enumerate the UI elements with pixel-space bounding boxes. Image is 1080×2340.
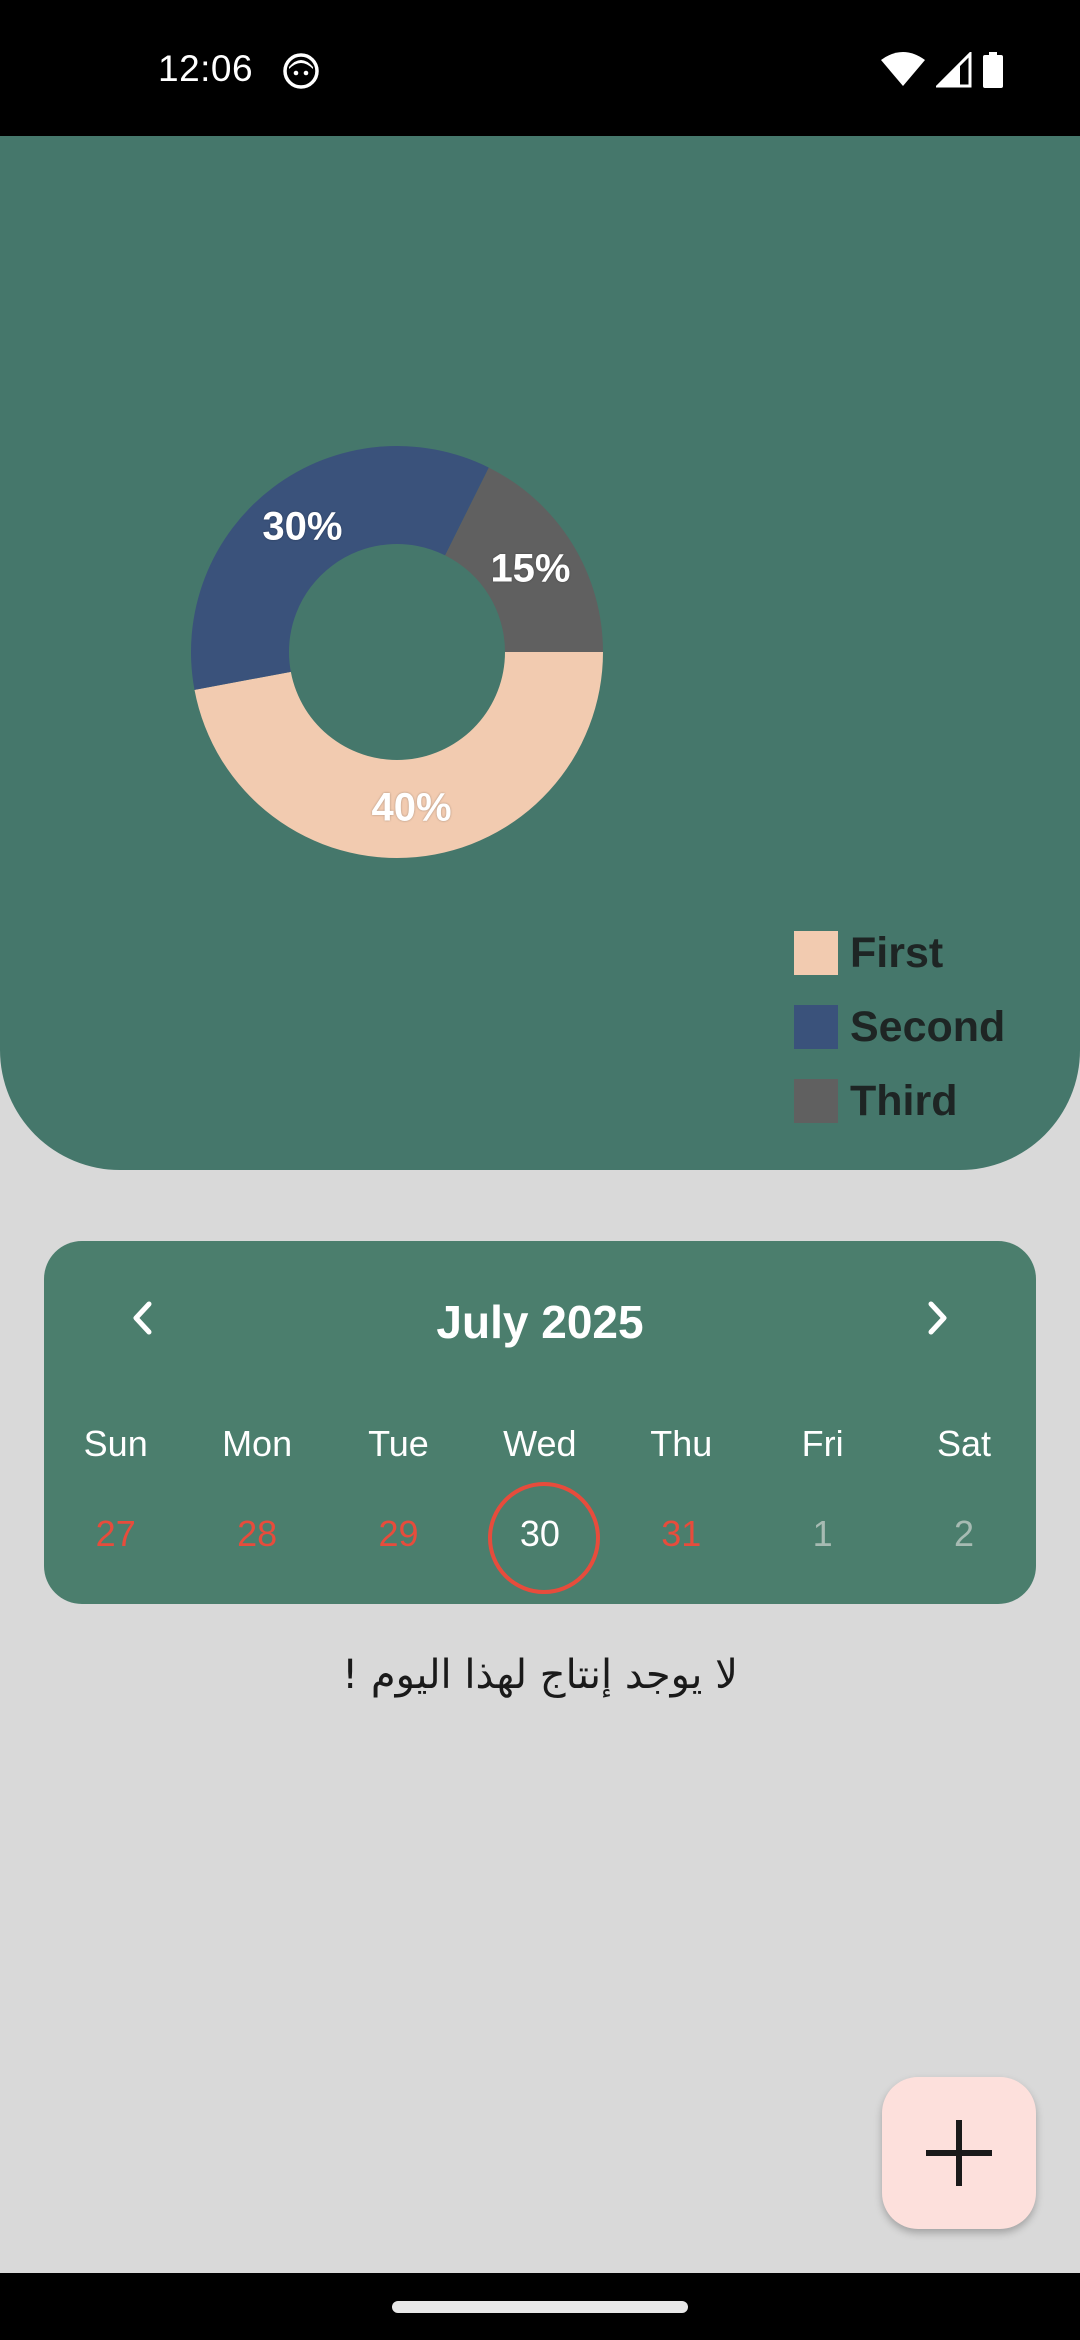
calendar-day-label: 27 xyxy=(95,1513,136,1554)
status-icons xyxy=(880,52,1004,88)
status-time: 12:06 xyxy=(158,48,254,89)
calendar-day-selected[interactable]: 30 xyxy=(469,1479,610,1594)
home-indicator[interactable] xyxy=(392,2301,688,2313)
navigation-bar xyxy=(0,2273,1080,2340)
calendar-week-row: 27 28 29 30 31 1 2 xyxy=(44,1479,1036,1594)
donut-percent-label: 15% xyxy=(490,546,571,591)
chart-legend: First Second Third xyxy=(794,916,1005,1138)
legend-label: Second xyxy=(850,1002,1006,1051)
legend-swatch xyxy=(794,1005,838,1049)
wifi-icon xyxy=(881,52,925,86)
battery-icon xyxy=(983,52,1003,88)
calendar-day-label: 28 xyxy=(237,1513,278,1554)
calendar-day[interactable]: 29 xyxy=(328,1479,469,1589)
weekday-label: Mon xyxy=(222,1423,293,1464)
calendar-month-title: July 2025 xyxy=(436,1296,644,1348)
legend-item-third: Third xyxy=(794,1064,1005,1138)
calendar-day[interactable]: 1 xyxy=(752,1479,893,1589)
chevron-right-icon xyxy=(928,1301,947,1335)
calendar-day[interactable]: 31 xyxy=(611,1479,752,1589)
legend-swatch xyxy=(794,1079,838,1123)
weekday-label: Thu xyxy=(650,1423,713,1464)
calendar-day-label: 29 xyxy=(378,1513,419,1554)
add-button[interactable] xyxy=(882,2077,1036,2229)
legend-item-first: First xyxy=(794,916,1005,990)
chart-panel: 40% 30% 15% First Second Third xyxy=(0,136,1080,1170)
signal-icon xyxy=(936,52,972,88)
donut-percent-label: 30% xyxy=(262,504,343,549)
calendar-day[interactable]: 28 xyxy=(186,1479,327,1589)
weekday-label: Tue xyxy=(368,1423,429,1464)
app-notification-icon xyxy=(283,53,319,89)
legend-item-second: Second xyxy=(794,990,1005,1064)
legend-label: First xyxy=(850,928,944,977)
calendar-day-label: 30 xyxy=(519,1513,560,1554)
calendar-day[interactable]: 2 xyxy=(893,1479,1034,1589)
empty-state-message: لا يوجد إنتاج لهذا اليوم ! xyxy=(342,1652,738,1698)
legend-label: Third xyxy=(850,1076,958,1125)
calendar-day-label: 31 xyxy=(661,1513,702,1554)
weekday-label: Sat xyxy=(937,1423,992,1464)
calendar-day-label: 1 xyxy=(812,1513,833,1554)
weekday-label: Sun xyxy=(83,1423,148,1464)
calendar-day[interactable]: 27 xyxy=(45,1479,186,1589)
legend-swatch xyxy=(794,931,838,975)
status-bar: 12:06 xyxy=(0,0,1080,136)
next-month-button[interactable] xyxy=(910,1283,966,1353)
donut-slice-second xyxy=(191,446,489,690)
calendar-day-label: 2 xyxy=(954,1513,975,1554)
weekday-label: Fri xyxy=(801,1423,844,1464)
weekday-header: Sun Mon Tue Wed Thu Fri Sat xyxy=(44,1423,1036,1465)
calendar-card: July 2025 Sun Mon Tue Wed Thu Fri Sat 27… xyxy=(44,1241,1036,1604)
donut-percent-label: 40% xyxy=(371,785,452,830)
plus-icon xyxy=(926,2120,992,2186)
weekday-label: Wed xyxy=(503,1423,577,1464)
